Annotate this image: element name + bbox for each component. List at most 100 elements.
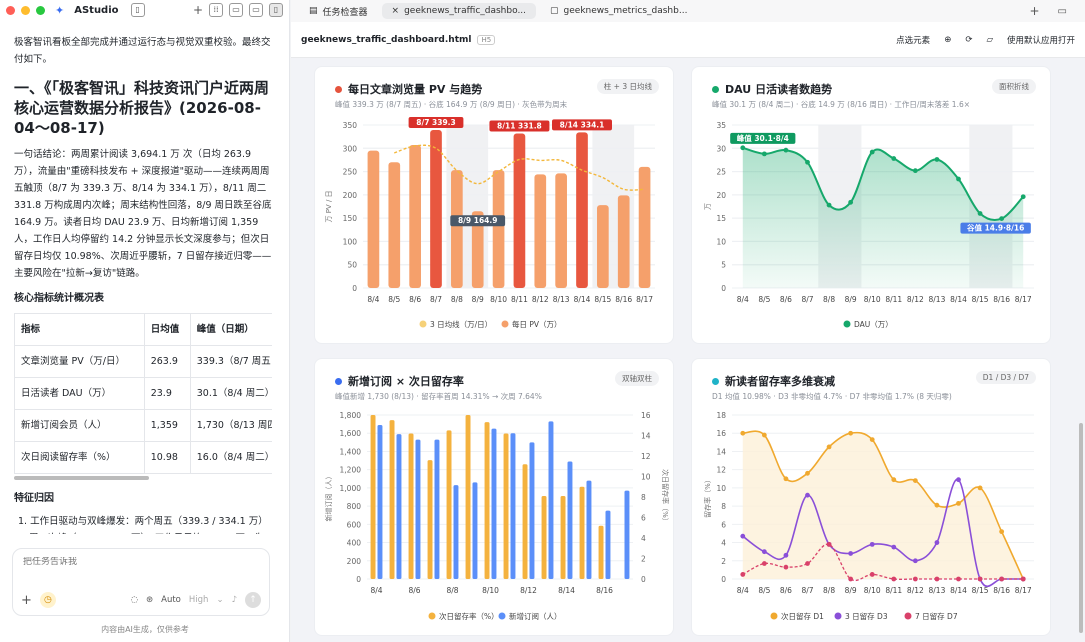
retention-bar [408,433,414,579]
subscription-bar [377,425,383,579]
table-cell: 新增订阅会员（人） [14,409,145,442]
legend-label: 3 日均线（万/日） [430,319,492,329]
level-select[interactable]: High [189,595,209,605]
retention-point [977,576,983,582]
legend-label: DAU（万） [854,320,893,329]
close-tab-icon[interactable]: × [392,6,400,16]
legend-swatch [501,320,509,328]
close-window-button[interactable] [6,5,15,15]
layout-top-icon[interactable]: ▭ [229,3,243,17]
app-logo-icon: ✦ [55,3,65,17]
mode-select[interactable]: Auto [161,595,181,605]
retention-bar [370,415,376,579]
retention-bar [579,486,585,579]
y-tick-label: 250 [343,168,358,177]
retention-point [912,576,918,582]
dau-point [740,145,746,151]
y-tick-label: 0 [721,284,726,293]
dau-point [956,176,961,182]
x-tick-label: 8/8 [823,295,835,304]
y-right-tick-label: 16 [641,411,651,420]
tab-metrics-dashboard[interactable]: ▢ geeknews_metrics_dashb... [540,3,697,19]
history-icon[interactable]: ◷ [39,592,56,608]
new-tab-button[interactable]: + [1029,4,1039,18]
pick-element-button[interactable]: 点选元素 [896,34,930,46]
x-tick-label: 8/16 [596,586,613,595]
new-chat-button[interactable]: + [193,3,203,17]
annotation-label: 8/7 339.3 [416,118,456,127]
dau-chart: 0 5 10 15 20 25 30 35 万 峰值 30.1·8/4 谷值 14.9·8/16 8/… [704,121,1034,329]
y-tick-label: 200 [343,191,358,200]
x-tick-label: 8/11 [511,295,528,304]
layout-bottom-icon[interactable]: ▭ [249,3,263,17]
retention-point [934,576,940,582]
pv-bar [534,174,547,288]
x-tick-label: 8/10 [490,295,507,304]
y-tick-label: 10 [716,484,726,493]
retention-point [761,561,767,566]
subscription-bar [605,510,611,579]
table-horizontal-scrollbar[interactable] [14,476,149,480]
refresh-icon[interactable]: ⟳ [965,35,972,45]
legend-label: 7 日留存 D7 [915,611,958,621]
x-tick-label: 8/10 [864,586,881,595]
pv-chart-card: 每日文章浏览量 PV 与趋势 峰值 339.3 万 (8/7 周五) · 谷底 … [314,66,674,344]
y-tick-label: 14 [716,447,726,456]
add-attachment-button[interactable]: + [21,593,32,608]
layout-right-icon[interactable]: ▯ [269,3,283,17]
x-tick-label: 8/4 [737,586,749,595]
zoom-window-button[interactable] [36,5,45,15]
table-cell: 1,730（8/13 周四 [190,409,272,442]
grid-icon[interactable]: ⁞⁞ [209,3,223,17]
dau-point [977,211,983,216]
x-tick-label: 8/16 [993,586,1010,595]
tab-traffic-dashboard[interactable]: × geeknews_traffic_dashbo... [381,3,537,19]
dau-point [805,159,810,165]
y-tick-label: 30 [716,144,726,153]
retention-point [869,437,875,442]
folder-icon[interactable]: ▱ [986,35,993,45]
retention-point [848,551,854,556]
y-tick-label: 800 [347,502,362,511]
x-tick-label: 8/13 [929,586,946,595]
send-button[interactable]: ↑ [245,592,261,608]
retention-point [956,477,961,483]
window-menu-icon[interactable]: ▭ [1058,6,1067,17]
minimize-window-button[interactable] [21,5,30,15]
retention-point [891,544,897,550]
pv-chart: 0 50 100 150 200 250 300 350 万 PV / 日 8/7 339.3 8/… [325,116,655,329]
open-default-app-button[interactable]: 使用默认应用打开 [1007,34,1075,46]
x-tick-label: 8/4 [370,586,382,595]
tab-task-inspector[interactable]: ▤ 任务检查器 [299,2,378,21]
dau-point [912,168,918,174]
x-tick-label: 8/17 [636,295,653,304]
y-axis-label: 新增订阅（人） [324,473,333,522]
subscription-bar [453,485,459,579]
annotation-label: 峰值 30.1·8/4 [737,133,789,143]
metrics-table: 指标 日均值 峰值（日期） 文章浏览量 PV（万/日） 263.9 339.3（… [14,313,272,474]
task-input[interactable] [23,557,253,567]
x-tick-label: 8/14 [558,586,575,595]
vertical-scrollbar[interactable] [1079,423,1083,633]
chevron-down-icon[interactable]: ⌄ [216,595,223,605]
legend-label: 次日留存率（%） [439,611,499,621]
y-right-tick-label: 12 [641,452,651,461]
table-row: 次日阅读留存率（%） 10.98 16.0（8/4 周二） [14,441,272,474]
dau-point [999,216,1005,222]
dau-point [1020,194,1026,200]
x-tick-label: 8/8 [446,586,458,595]
retention-point [977,485,983,491]
retention-bar [465,415,471,579]
y-tick-label: 12 [716,466,726,475]
x-tick-label: 8/16 [615,295,632,304]
loading-spinner-icon: ◌ [130,595,139,605]
table-row: 日活读者 DAU（万） 23.9 30.1（8/4 周二） [14,377,272,410]
globe-icon[interactable]: ⊕ [944,35,951,45]
subscription-chart: 0 200 400 600 800 1,000 1,200 1,400 1,600 1,800 0 2… [324,411,670,621]
x-tick-label: 8/12 [907,295,924,304]
table-cell: 日活读者 DAU（万） [14,377,145,410]
x-tick-label: 8/13 [929,295,946,304]
microphone-icon[interactable]: ♪ [232,595,237,605]
retention-point [934,502,940,508]
sidebar-toggle-icon[interactable]: ▯ [130,3,145,17]
